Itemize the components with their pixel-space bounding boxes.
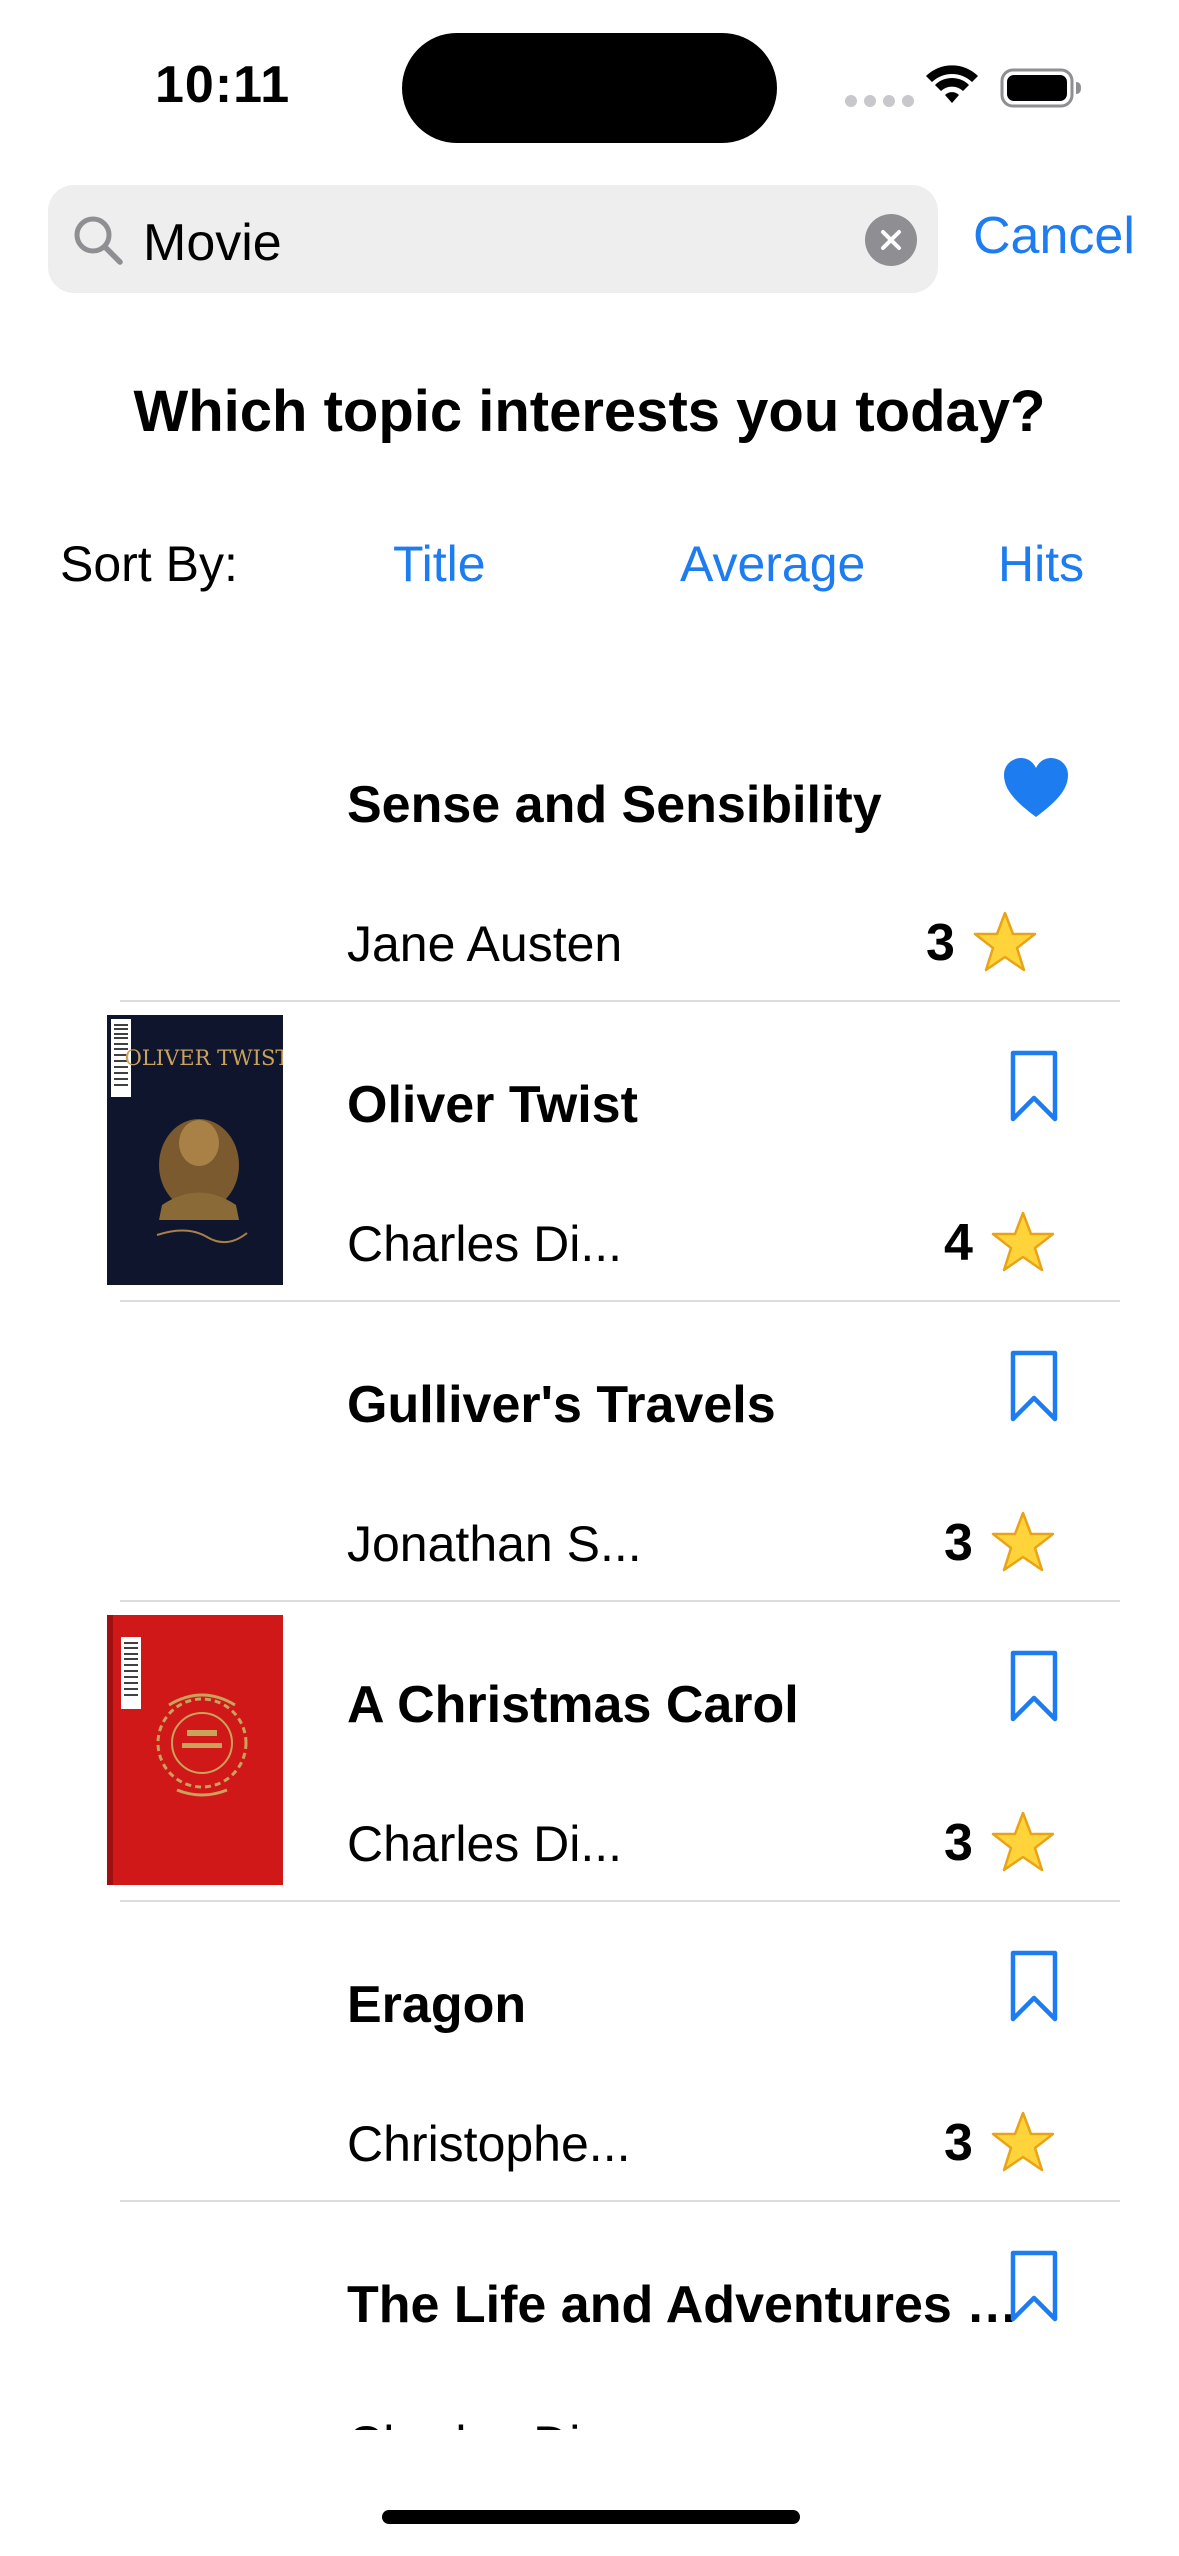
book-title: A Christmas Carol xyxy=(347,1676,799,1734)
star-icon xyxy=(991,2111,1055,2172)
sort-by-average-button[interactable]: Average xyxy=(680,535,865,593)
star-icon xyxy=(991,1511,1055,1572)
book-title: The Life and Adventures o... xyxy=(347,2276,1027,2334)
heart-icon[interactable] xyxy=(1002,757,1070,819)
star-icon xyxy=(973,911,1037,972)
book-title: Gulliver's Travels xyxy=(347,1376,776,1434)
rating-value: 4 xyxy=(944,1214,973,1272)
rating-value: 3 xyxy=(944,1514,973,1572)
close-icon xyxy=(881,230,901,250)
bookmark-icon[interactable] xyxy=(1010,2250,1058,2322)
sort-by-hits-button[interactable]: Hits xyxy=(998,535,1084,593)
rating-value: 3 xyxy=(944,1814,973,1872)
book-row[interactable]: The Life and Adventures o... Charles Di.… xyxy=(0,2200,1179,2430)
cover-title-text: OLIVER TWIST xyxy=(125,1046,283,1070)
book-author: Charles Di... xyxy=(347,1816,623,1872)
star-icon xyxy=(991,1811,1055,1872)
bookmark-icon[interactable] xyxy=(1010,1950,1058,2022)
book-row[interactable]: Eragon Christophe... 3 xyxy=(0,1900,1179,2200)
search-input[interactable]: Movie xyxy=(143,213,282,273)
book-row[interactable]: OLIVER TWIST Oliver Twist Charles Di... … xyxy=(0,1000,1179,1300)
bookmark-icon[interactable] xyxy=(1010,1650,1058,1722)
rating-value: 3 xyxy=(926,914,955,972)
book-author: Jonathan S... xyxy=(347,1516,642,1572)
search-field[interactable]: Movie xyxy=(48,185,938,293)
wifi-icon xyxy=(926,65,978,103)
star-icon xyxy=(991,1211,1055,1272)
book-author: Charles Di... xyxy=(347,2415,622,2430)
book-title: Eragon xyxy=(347,1976,527,2034)
bookmark-icon[interactable] xyxy=(1010,1050,1058,1122)
page-title: Which topic interests you today? xyxy=(133,379,1046,444)
book-list[interactable]: Sense and Sensibility Jane Austen 3 OLIV… xyxy=(0,700,1179,2430)
bookmark-icon[interactable] xyxy=(1010,1350,1058,1422)
cancel-button[interactable]: Cancel xyxy=(973,206,1135,266)
rating-value: 3 xyxy=(944,2114,973,2172)
book-row[interactable]: A Christmas Carol Charles Di... 3 xyxy=(0,1600,1179,1900)
home-indicator[interactable] xyxy=(382,2510,800,2524)
book-row[interactable]: Sense and Sensibility Jane Austen 3 xyxy=(0,700,1179,1000)
oliver-twist-cover: OLIVER TWIST xyxy=(107,1015,283,1285)
cellular-signal-icon xyxy=(845,95,914,107)
sort-label: Sort By: xyxy=(60,536,238,592)
sort-by-title-button[interactable]: Title xyxy=(393,535,486,593)
search-icon xyxy=(74,216,123,265)
book-author: Charles Di... xyxy=(347,1216,623,1272)
book-author: Jane Austen xyxy=(347,916,623,972)
book-title: Oliver Twist xyxy=(347,1076,638,1134)
battery-icon xyxy=(1000,68,1081,108)
status-time: 10:11 xyxy=(155,56,291,114)
book-title: Sense and Sensibility xyxy=(347,776,882,834)
christmas-carol-cover xyxy=(107,1615,283,1885)
book-author: Christophe... xyxy=(347,2116,631,2172)
clear-search-button[interactable] xyxy=(865,214,917,266)
book-row[interactable]: Gulliver's Travels Jonathan S... 3 xyxy=(0,1300,1179,1600)
dynamic-island xyxy=(402,33,777,143)
